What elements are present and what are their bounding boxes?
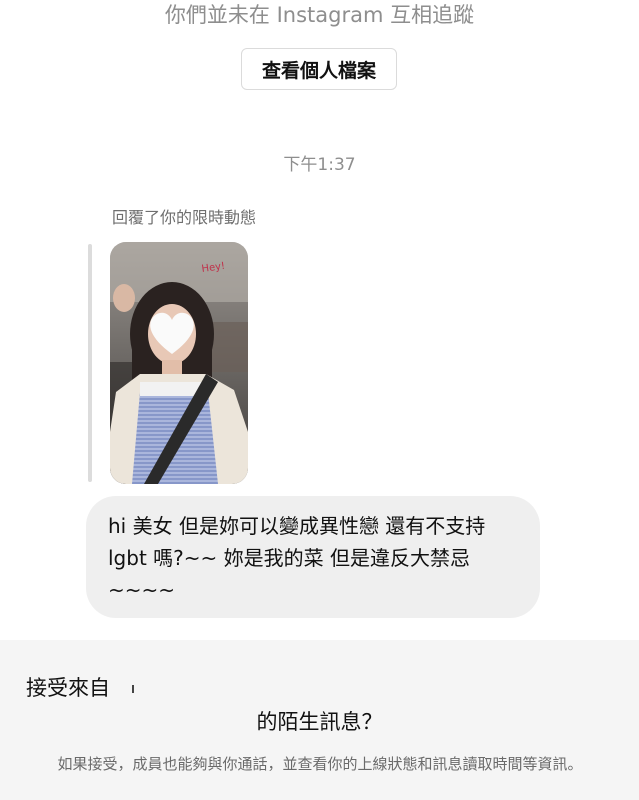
view-profile-button[interactable]: 查看個人檔案 [241,48,397,90]
accept-request-title-line2: 的陌生訊息？ [256,710,383,734]
story-thumbnail[interactable]: Hey! [110,242,248,484]
not-following-note: 你們並未在 Instagram 互相追蹤 [164,3,475,27]
story-photo: Hey! [110,242,248,484]
redacted-username-mark [132,685,134,693]
message-bubble[interactable]: hi 美女 但是妳可以變成異性戀 還有不支持 lgbt 嗎?~~ 妳是我的菜 但… [86,496,540,618]
message-text: hi 美女 但是妳可以變成異性戀 還有不支持 lgbt 嗎?~~ 妳是我的菜 但… [108,514,486,602]
accept-request-description: 如果接受，成員也能夠與你通話，並查看你的上線狀態和訊息讀取時間等資訊。 [57,755,583,773]
story-reply-label: 回覆了你的限時動態 [112,208,257,227]
accept-request-title-line1: 接受來自 [26,676,110,700]
reply-quote-bar [88,244,92,482]
message-timestamp: 下午1:37 [283,155,356,175]
